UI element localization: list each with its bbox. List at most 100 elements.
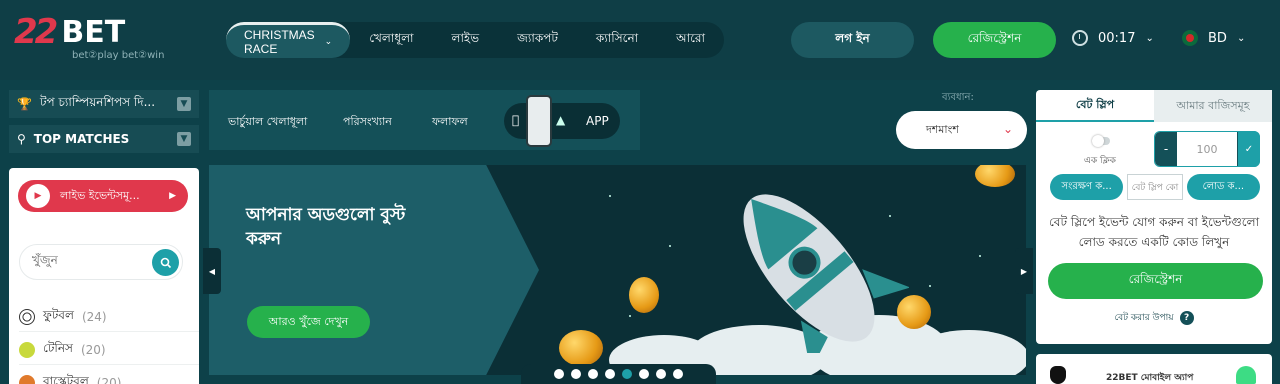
chevron-down-icon: ⌄	[1236, 32, 1246, 44]
time-display[interactable]: 00:17 ⌄	[1072, 30, 1154, 46]
logo-word: BET	[61, 14, 126, 50]
nav-sports[interactable]: খেলাধূলা	[350, 30, 432, 50]
star	[609, 195, 611, 197]
app-download[interactable]:  ▲ APP	[504, 95, 620, 147]
odds-format-value: দশমাংশ	[926, 122, 959, 136]
sport-item-football[interactable]: ফুটবল (24)	[19, 302, 199, 332]
sidebar-top-championships[interactable]: 🏆 টপ চ্যাম্পিয়নশিপস দি... ▼	[9, 90, 199, 118]
basketball-icon	[19, 374, 35, 384]
pagination-dot[interactable]	[571, 369, 581, 379]
stake-minus-button[interactable]: -	[1155, 132, 1177, 166]
search-placeholder: খুঁজুন	[32, 253, 58, 267]
chevron-down-icon: ⌄	[1145, 32, 1154, 44]
promo-banner[interactable]: আপনার অডগুলো বুস্ট করুন আরও খুঁজে দেখুন	[209, 165, 1026, 375]
odds-format-label: ব্যবধান:	[942, 92, 974, 103]
play-icon: ▶	[26, 184, 50, 208]
nav-christmas-race-label: CHRISTMAS RACE	[244, 27, 315, 56]
coin-icon	[897, 295, 931, 329]
nav-casino[interactable]: ক্যাসিনো	[577, 30, 657, 50]
chevron-down-icon: ⌄	[1002, 122, 1013, 136]
chevron-down-icon: ▼	[177, 132, 191, 146]
tennis-ball-icon	[19, 341, 35, 358]
nav-christmas-race[interactable]: CHRISTMAS RACE ⌄	[226, 22, 351, 58]
help-icon: ?	[1179, 310, 1194, 325]
pagination-dot[interactable]	[673, 369, 683, 379]
sport-item-tennis[interactable]: টেনিস (20)	[19, 335, 199, 365]
mobile-app-box[interactable]: 22BET মোবাইল অ্যাপ	[1036, 354, 1272, 384]
banner-title: আপনার অডগুলো বুস্ট করুন	[246, 205, 406, 249]
star	[979, 255, 981, 257]
banner-prev-button[interactable]: ◀	[203, 248, 221, 294]
header: 22 BET bet②play bet②win CHRISTMAS RACE ⌄…	[0, 0, 1280, 80]
stake-value[interactable]: 100	[1177, 132, 1237, 166]
pagination-dot[interactable]	[588, 369, 598, 379]
subnav-statistics[interactable]: পরিসংখ্যান	[343, 113, 392, 132]
nav-more[interactable]: আরো	[657, 30, 724, 50]
slip-register-button[interactable]: রেজিস্ট্রেশন	[1048, 263, 1263, 299]
sports-panel: ▶ লাইভ ইভেন্টসমূ... ▶ খুঁজুন ফুটবল (24) …	[9, 168, 199, 384]
sport-count: (24)	[81, 309, 107, 324]
trophy-icon: 🏆	[17, 97, 32, 111]
sport-name: ফুটবল	[43, 307, 74, 322]
sidebar-top-matches[interactable]: ⚲ TOP MATCHES ▼	[9, 125, 199, 153]
nav-live[interactable]: লাইভ	[433, 30, 499, 50]
logo-number: 22	[14, 12, 58, 52]
load-slip-button[interactable]: লোড ক...	[1186, 174, 1260, 200]
phone-icon	[526, 95, 552, 147]
android-icon[interactable]	[1236, 366, 1256, 384]
star	[929, 285, 931, 287]
pagination-dot[interactable]	[656, 369, 666, 379]
check-icon[interactable]: ✓	[1238, 131, 1260, 167]
search-input[interactable]: খুঁজুন	[19, 244, 183, 280]
sport-name: বাস্কেটবল	[43, 373, 89, 384]
save-slip-button[interactable]: সংরক্ষণ ক...	[1050, 174, 1124, 200]
apple-icon: 	[512, 113, 526, 127]
sidebar-top-championships-label: টপ চ্যাম্পিয়নশিপস দি...	[39, 95, 156, 109]
search-icon[interactable]	[152, 249, 179, 276]
coin-icon	[559, 330, 603, 366]
sport-item-basketball[interactable]: বাস্কেটবল (20)	[19, 368, 199, 384]
sport-name: টেনিস	[43, 340, 73, 355]
subnav-virtual-sports[interactable]: ভার্চুয়াল খেলাধূলা	[228, 113, 307, 132]
pagination-dot[interactable]	[605, 369, 615, 379]
login-button[interactable]: লগ ইন	[791, 22, 914, 58]
chevron-down-icon: ▼	[177, 97, 191, 111]
star	[669, 245, 671, 247]
app-label: APP	[586, 114, 609, 128]
banner-next-button[interactable]: ▶	[1015, 248, 1033, 294]
nav-jackpot[interactable]: জ্যাকপট	[498, 30, 577, 50]
subnav-results[interactable]: ফলাফল	[432, 113, 468, 132]
android-icon: ▲	[556, 113, 566, 127]
live-events-label: লাইভ ইভেন্টসমূ...	[60, 188, 140, 202]
flag-icon	[1182, 30, 1198, 46]
coin-icon	[629, 277, 659, 313]
banner-panel	[209, 165, 539, 375]
star	[629, 315, 631, 317]
pagination-dot-active[interactable]	[622, 369, 632, 379]
pagination-dot[interactable]	[639, 369, 649, 379]
sub-nav: ভার্চুয়াল খেলাধূলা পরিসংখ্যান ফলাফল  ▲…	[209, 90, 640, 150]
apple-icon[interactable]	[1050, 366, 1066, 384]
banner-explore-button[interactable]: আরও খুঁজে দেখুন	[247, 306, 370, 338]
sport-count: (20)	[96, 375, 122, 384]
logo[interactable]: 22 BET bet②play bet②win	[14, 12, 184, 68]
bet-slip-actions: সংরক্ষণ ক... বেট স্লিপ কো লোড ক...	[1050, 174, 1260, 200]
register-button[interactable]: রেজিস্ট্রেশন	[933, 22, 1056, 58]
odds-format-select[interactable]: দশমাংশ ⌄	[896, 111, 1027, 149]
logo-tagline: bet②play bet②win	[72, 50, 165, 61]
slip-code-input[interactable]: বেট স্লিপ কো	[1127, 174, 1183, 200]
live-events-button[interactable]: ▶ লাইভ ইভেন্টসমূ... ▶	[18, 180, 188, 212]
language-value: BD	[1208, 30, 1227, 46]
time-value: 00:17	[1098, 30, 1136, 46]
tab-bet-slip[interactable]: বেট স্লিপ	[1036, 90, 1154, 122]
coin-icon	[975, 165, 1015, 187]
banner-pagination	[521, 364, 716, 384]
tab-my-bets[interactable]: আমার বাজিসমূহ	[1154, 90, 1272, 122]
how-to-bet-link[interactable]: বেট করার উপায় ?	[1036, 310, 1272, 325]
medal-icon: ⚲	[17, 132, 26, 146]
language-select[interactable]: BD ⌄	[1182, 30, 1245, 46]
pagination-dot[interactable]	[554, 369, 564, 379]
bet-slip-message: বেট স্লিপে ইভেন্ট যোগ করুন বা ইভেন্টগুলো…	[1048, 215, 1260, 249]
football-icon	[19, 308, 35, 325]
one-click-toggle[interactable]	[1092, 135, 1110, 147]
